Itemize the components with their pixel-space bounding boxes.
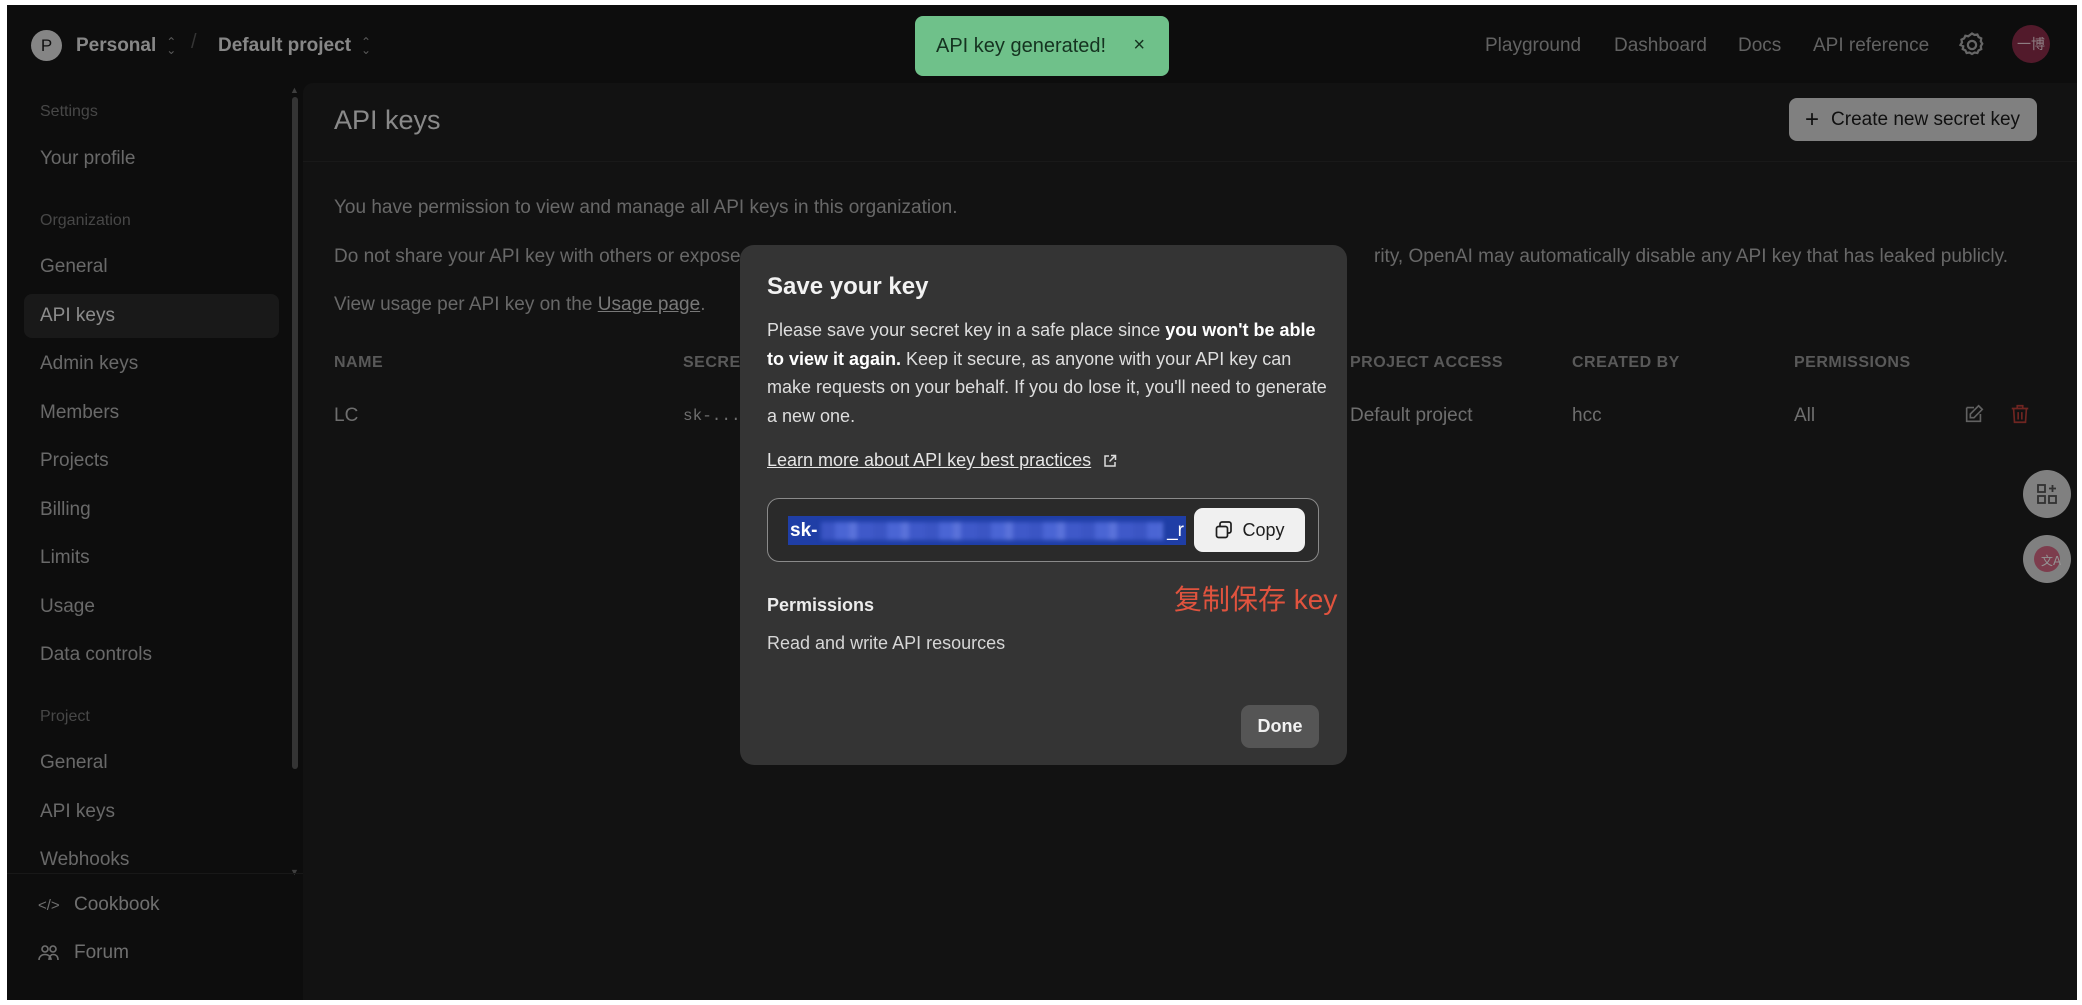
secret-key-field[interactable]: sk- _r Copy	[767, 498, 1319, 562]
permissions-title: Permissions	[767, 595, 875, 615]
permissions-value: Read and write API resources	[767, 633, 1006, 653]
toast-message: API key generated!	[936, 34, 1107, 57]
secret-key-prefix: sk-	[790, 519, 818, 541]
dialog-body: Please save your secret key in a safe pl…	[767, 316, 1327, 430]
best-practices-link[interactable]: Learn more about API key best practices	[767, 450, 1117, 471]
dialog-title: Save your key	[767, 273, 929, 300]
external-link-icon	[1104, 454, 1117, 467]
copy-button[interactable]: Copy	[1194, 508, 1305, 552]
copy-label: Copy	[1242, 519, 1285, 540]
secret-key-suffix: _r	[1167, 519, 1184, 541]
done-button[interactable]: Done	[1241, 705, 1319, 748]
annotation-note: 复制保存 key	[1174, 584, 1338, 615]
dialog-body-start: Please save your secret key in a safe pl…	[767, 320, 1166, 340]
app-window: P Personal ⌃ ⌄ / Default project ⌃ ⌄ Playg…	[7, 5, 2077, 1000]
secret-key-value[interactable]: sk- _r	[788, 516, 1186, 545]
save-key-dialog: Save your key Please save your secret ke…	[740, 245, 1347, 765]
toast-close-icon[interactable]: ×	[1133, 34, 1145, 57]
success-toast: API key generated! ×	[915, 16, 1169, 76]
redacted-key-blur	[821, 521, 1164, 540]
copy-icon	[1216, 521, 1233, 539]
best-practices-label: Learn more about API key best practices	[767, 450, 1092, 470]
